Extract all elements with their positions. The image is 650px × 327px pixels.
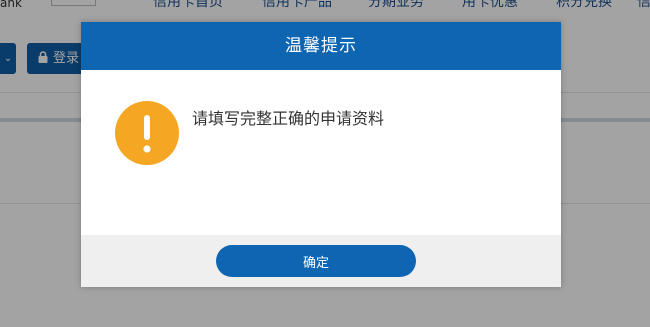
confirm-button[interactable]: 确定 — [216, 245, 416, 277]
dialog-title: 温馨提示 — [81, 22, 561, 70]
dialog-message: 请填写完整正确的申请资料 — [192, 109, 385, 128]
dialog-footer: 确定 — [81, 235, 561, 287]
dialog-body: 请填写完整正确的申请资料 — [81, 70, 561, 235]
alert-dialog: 温馨提示 请填写完整正确的申请资料 确定 — [81, 22, 561, 287]
warning-icon — [115, 101, 179, 165]
